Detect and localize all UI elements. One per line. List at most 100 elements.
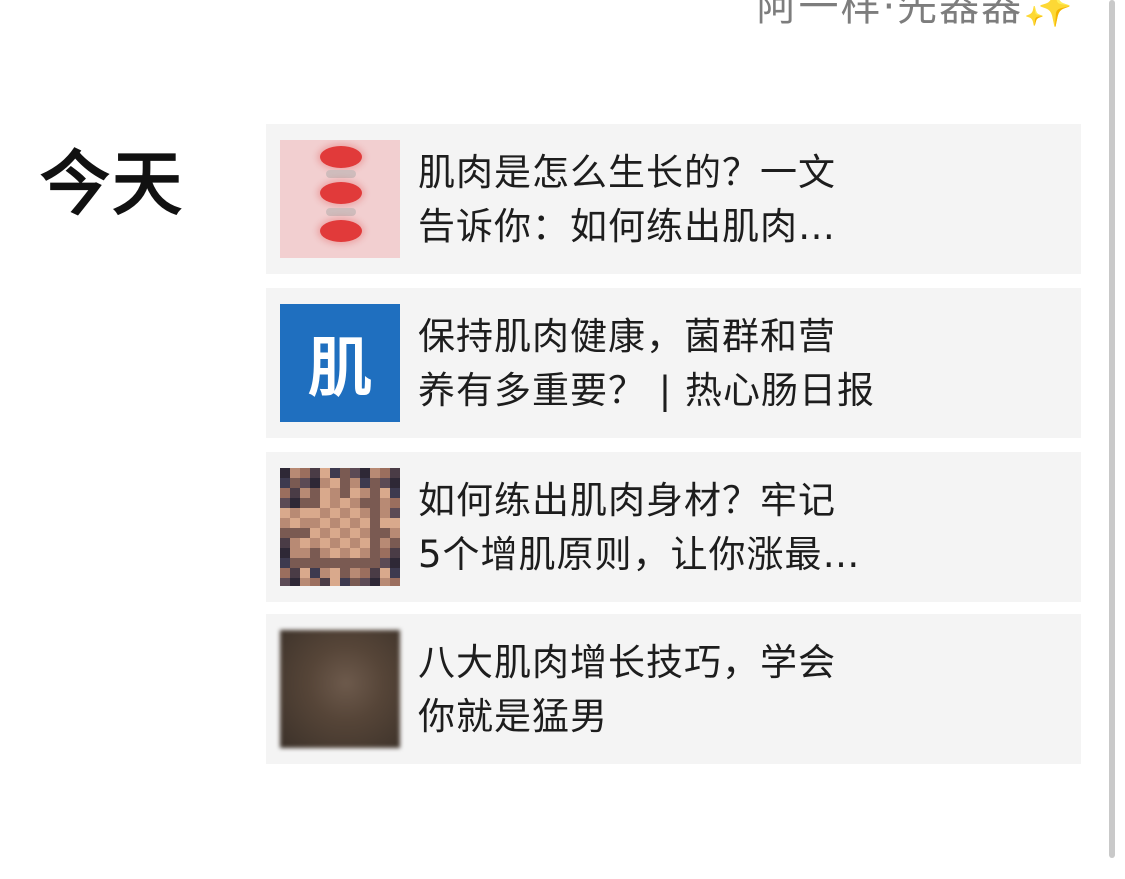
mosaic-pixel xyxy=(300,568,310,578)
mosaic-pixel xyxy=(370,578,380,586)
mosaic-pixel xyxy=(380,498,390,508)
mosaic-pixel xyxy=(360,468,370,478)
previous-item-text: 阿一样·先器器✨ xyxy=(756,0,1075,30)
mosaic-pixel xyxy=(390,528,400,538)
mosaic-pixel xyxy=(330,558,340,568)
mosaic-pixel xyxy=(300,578,310,586)
article-card[interactable]: 肌 保持肌肉健康，菌群和营 养有多重要？ | 热心肠日报 xyxy=(266,288,1081,438)
mosaic-pixel xyxy=(290,538,300,548)
mosaic-pixel xyxy=(380,548,390,558)
mosaic-pixel xyxy=(320,488,330,498)
article-title: 如何练出肌肉身材？牢记 5个增肌原则，让你涨最… xyxy=(418,479,861,576)
mosaic-pixel xyxy=(340,478,350,488)
mosaic-pixel xyxy=(340,528,350,538)
article-thumbnail xyxy=(280,468,400,586)
mosaic-pixel xyxy=(280,548,290,558)
mosaic-pixel xyxy=(330,508,340,518)
mosaic-pixel xyxy=(380,558,390,568)
mosaic-pixel xyxy=(290,508,300,518)
mosaic-pixel xyxy=(290,578,300,586)
mosaic-pixel xyxy=(350,488,360,498)
mosaic-pixel xyxy=(390,468,400,478)
mosaic-pixel xyxy=(310,498,320,508)
mosaic-pixel xyxy=(390,568,400,578)
article-card[interactable]: 肌肉是怎么生长的？一文 告诉你：如何练出肌肉… xyxy=(266,124,1081,274)
mosaic-pixel xyxy=(380,518,390,528)
mosaic-pixel xyxy=(370,508,380,518)
mosaic-pixel xyxy=(370,558,380,568)
mosaic-pixel xyxy=(300,508,310,518)
article-thumbnail xyxy=(280,630,400,748)
mosaic-pixel xyxy=(300,538,310,548)
article-list: 肌肉是怎么生长的？一文 告诉你：如何练出肌肉… 肌 保持肌肉健康，菌群和营 养有… xyxy=(266,124,1081,776)
mosaic-pixel xyxy=(330,578,340,586)
mosaic-pixel xyxy=(350,478,360,488)
scrollbar[interactable] xyxy=(1109,0,1115,858)
mosaic-pixel xyxy=(300,558,310,568)
mosaic-pixel xyxy=(350,528,360,538)
mosaic-pixel xyxy=(330,488,340,498)
mosaic-pixel xyxy=(350,518,360,528)
mosaic-pixel xyxy=(340,538,350,548)
mosaic-pixel xyxy=(310,538,320,548)
mosaic-pixel xyxy=(300,488,310,498)
article-thumbnail: 肌 xyxy=(280,304,400,422)
mosaic-pixel xyxy=(360,478,370,488)
mosaic-pixel xyxy=(350,508,360,518)
mosaic-pixel xyxy=(380,468,390,478)
mosaic-pixel xyxy=(280,498,290,508)
mosaic-pixel xyxy=(320,548,330,558)
mosaic-pixel xyxy=(320,568,330,578)
mosaic-pixel xyxy=(390,548,400,558)
mosaic-pixel xyxy=(380,578,390,586)
mosaic-pixel xyxy=(370,468,380,478)
mosaic-pixel xyxy=(370,568,380,578)
mosaic-pixel xyxy=(380,528,390,538)
mosaic-pixel xyxy=(330,528,340,538)
mosaic-pixel xyxy=(300,528,310,538)
mosaic-pixel xyxy=(340,548,350,558)
mosaic-pixel xyxy=(310,528,320,538)
mosaic-pixel xyxy=(290,468,300,478)
mosaic-pixel xyxy=(390,538,400,548)
mosaic-pixel xyxy=(350,548,360,558)
date-section-title: 今天 xyxy=(40,143,184,225)
mosaic-pixel xyxy=(360,518,370,528)
mosaic-pixel xyxy=(330,518,340,528)
mosaic-pixel xyxy=(360,488,370,498)
mosaic-pixel xyxy=(390,518,400,528)
mosaic-pixel xyxy=(280,488,290,498)
mosaic-pixel xyxy=(330,538,340,548)
mosaic-pixel xyxy=(340,508,350,518)
mosaic-pixel xyxy=(350,578,360,586)
mosaic-pixel xyxy=(370,488,380,498)
mosaic-pixel xyxy=(310,508,320,518)
mosaic-pixel xyxy=(350,568,360,578)
article-thumbnail xyxy=(280,140,400,258)
mosaic-pixel xyxy=(360,558,370,568)
mosaic-pixel xyxy=(320,498,330,508)
mosaic-pixel xyxy=(390,508,400,518)
article-card[interactable]: 如何练出肌肉身材？牢记 5个增肌原则，让你涨最… xyxy=(266,452,1081,602)
mosaic-pixel xyxy=(370,528,380,538)
disc-separator xyxy=(326,208,356,216)
mosaic-pixel xyxy=(280,468,290,478)
mosaic-pixel xyxy=(340,468,350,478)
mosaic-pixel xyxy=(330,548,340,558)
mosaic-pixel xyxy=(360,498,370,508)
mosaic-pixel xyxy=(300,468,310,478)
article-card[interactable]: 八大肌肉增长技巧，学会 你就是猛男 xyxy=(266,614,1081,764)
mosaic-pixel xyxy=(390,558,400,568)
mosaic-pixel xyxy=(340,558,350,568)
article-title: 保持肌肉健康，菌群和营 养有多重要？ | 热心肠日报 xyxy=(418,315,875,412)
mosaic-pixel xyxy=(320,578,330,586)
mosaic-pixel xyxy=(280,528,290,538)
logo-text: 肌 xyxy=(308,332,372,406)
mosaic-pixel xyxy=(290,548,300,558)
mosaic-pixel xyxy=(360,508,370,518)
mosaic-pixel xyxy=(360,578,370,586)
mosaic-pixel xyxy=(370,538,380,548)
mosaic-pixel xyxy=(310,468,320,478)
mosaic-pixel xyxy=(360,548,370,558)
mosaic-pixel xyxy=(310,568,320,578)
